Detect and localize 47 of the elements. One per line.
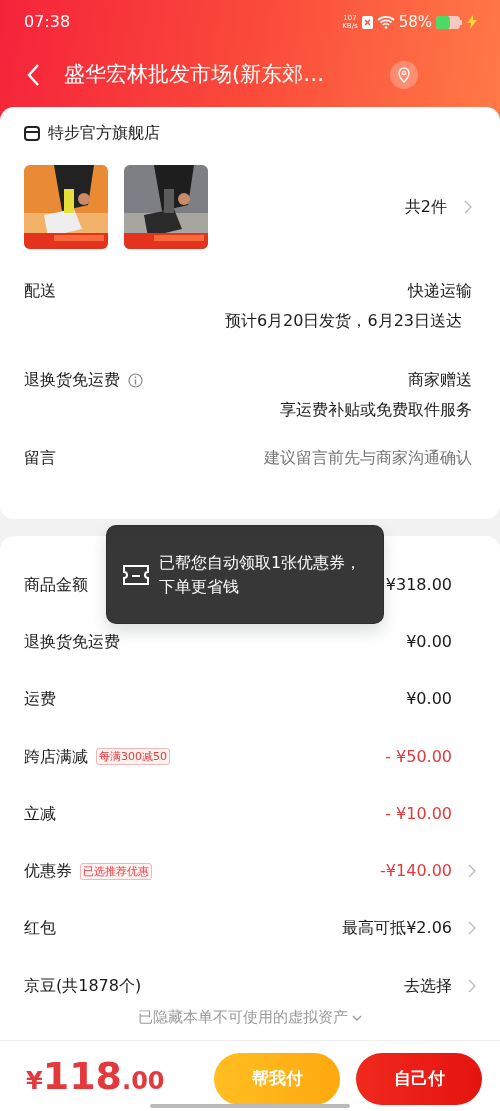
row-value[interactable]: 去选择 [404,973,452,998]
row-label: 优惠券 [24,860,72,883]
pay-button[interactable]: 自己付 [356,1053,482,1105]
coupon-icon [121,563,151,586]
sim-icon [361,15,373,29]
row-value: 快递运输 [408,280,472,302]
promo-tag: 已选推荐优惠 [80,862,152,880]
row-label: 商品金额 [24,573,88,596]
battery-percent: 58% [398,11,432,33]
row-value: ¥0.00 [406,688,452,711]
chevron-down-icon[interactable] [352,1014,362,1021]
store-icon [24,125,40,141]
hidden-assets-note[interactable]: 已隐藏本单不可使用的虚拟资产 [138,1006,348,1029]
status-time: 07:38 [24,11,71,33]
row-label: 退换货免运费 [24,630,120,653]
wifi-icon [376,15,395,29]
chevron-icon[interactable] [468,864,476,879]
chevron-icon[interactable] [468,921,476,936]
row-note: 预计6月20日发货，6月23日送达 [224,311,462,330]
chevron-icon[interactable] [468,978,476,993]
row-label: 立减 [24,802,56,825]
row-value[interactable]: -¥140.00 [380,859,452,884]
row-label: 运费 [24,688,56,711]
row-value: ¥318.00 [385,573,452,596]
row-label: 红包 [24,917,56,940]
row-value: - ¥10.00 [385,802,452,825]
location-icon[interactable] [390,61,418,89]
row-value: - ¥50.00 [385,745,452,768]
chevron-icon[interactable] [464,200,472,214]
back-icon[interactable] [26,63,40,87]
row-label: 退换货免运费 [24,369,120,391]
row-label: 跨店满减 [24,745,88,768]
row-note: 享运费补贴或免费取件服务 [280,400,472,419]
battery-icon [436,15,462,29]
toast-message: 已帮您自动领取1张优惠券，下单更省钱 [159,551,363,598]
total-price: ¥118.00 [26,1052,165,1100]
address-title[interactable]: 盛华宏林批发市场(新东郊… [64,59,325,91]
row-value: ¥0.00 [406,630,452,653]
row-label: 京豆(共1878个) [24,974,142,997]
row-value: 商家赠送 [408,369,472,391]
promo-tag: 每满300减50 [96,748,170,766]
row-label: 留言 [24,447,56,469]
store-name[interactable]: 特步官方旗舰店 [48,121,160,145]
item-count[interactable]: 共2件 [404,195,447,219]
row-label: 配送 [24,280,56,302]
info-icon[interactable] [128,372,143,388]
row-value[interactable]: 最高可抵¥2.06 [342,916,452,941]
